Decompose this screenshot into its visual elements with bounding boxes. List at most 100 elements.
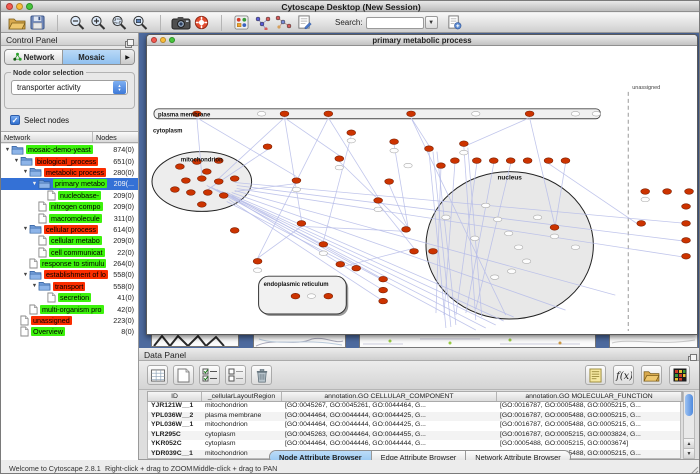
network-node[interactable] <box>181 178 190 184</box>
select-attributes-icon[interactable] <box>199 365 220 385</box>
scroll-down-button[interactable]: ▼ <box>684 448 694 458</box>
import-document-icon[interactable] <box>444 14 465 31</box>
zoom-in-icon[interactable] <box>88 14 109 31</box>
column-header-region[interactable]: _cellularLayoutRegion <box>202 392 282 401</box>
network-node[interactable] <box>171 187 180 193</box>
search-dropdown-button[interactable]: ▼ <box>425 16 438 29</box>
create-attribute-icon[interactable] <box>173 365 194 385</box>
network-node[interactable] <box>459 141 468 147</box>
vizmapper-icon[interactable] <box>231 14 252 31</box>
tree-row-metabolic-process[interactable]: ▼metabolic process280(0) <box>1 167 138 178</box>
network-node[interactable] <box>280 111 289 117</box>
network-node[interactable] <box>506 158 515 164</box>
network-node[interactable] <box>230 176 239 182</box>
tree-row-nitrogen-compo[interactable]: nitrogen compo209(0) <box>1 201 138 212</box>
expander-icon[interactable]: ▼ <box>22 169 29 175</box>
network-window-titlebar[interactable]: primary metabolic process <box>147 35 697 46</box>
network-node[interactable] <box>429 248 438 254</box>
help-icon[interactable] <box>191 14 212 31</box>
network-node[interactable] <box>379 287 388 293</box>
tree-row-secretion[interactable]: secretion41(0) <box>1 292 138 303</box>
expander-icon[interactable]: ▼ <box>31 283 38 289</box>
tree-row-cellular-metabo[interactable]: cellular metabo209(0) <box>1 235 138 246</box>
tree-row-biological-process[interactable]: ▼biological_process651(0) <box>1 155 138 166</box>
network-node[interactable] <box>489 158 498 164</box>
select-nodes-checkbox[interactable]: ✓ <box>10 115 20 125</box>
network-node[interactable] <box>253 258 262 264</box>
network-node[interactable] <box>197 202 206 208</box>
zoom-selected-icon[interactable] <box>109 14 130 31</box>
table-row[interactable]: YPL036W__2plasma membrane[GO:0044464, GO… <box>148 412 680 422</box>
zoom-out-icon[interactable] <box>67 14 88 31</box>
annotation-icon[interactable] <box>294 14 315 31</box>
matrix-view-icon[interactable] <box>669 365 690 385</box>
tab-overflow-arrow[interactable]: ▶ <box>121 50 134 64</box>
save-icon[interactable] <box>27 14 48 31</box>
network-node[interactable] <box>379 298 388 304</box>
table-row[interactable]: YPL036W__1mitochondrion[GO:0044464, GO:0… <box>148 421 680 431</box>
expander-icon[interactable]: ▼ <box>22 272 29 278</box>
network-node[interactable] <box>324 293 333 299</box>
tree-row-primary-metabo[interactable]: ▼primary metabo209(... <box>1 178 138 189</box>
network-node[interactable] <box>685 189 694 195</box>
network-node[interactable] <box>641 189 650 195</box>
resize-grip[interactable] <box>689 463 699 474</box>
tree-row-transport[interactable]: ▼transport558(0) <box>1 281 138 292</box>
network-node[interactable] <box>523 158 532 164</box>
attribute-report-icon[interactable] <box>585 365 606 385</box>
network-node[interactable] <box>263 144 272 150</box>
background-window-fragment[interactable] <box>151 333 239 347</box>
tree-row-nucleobase-[interactable]: nucleobase-209(0) <box>1 190 138 201</box>
network-canvas[interactable]: plasma membranecytoplasmmitochondrionnuc… <box>147 46 697 334</box>
search-input[interactable] <box>366 17 424 29</box>
network-node[interactable] <box>291 293 300 299</box>
column-header-molecular-function[interactable]: annotation.GO MOLECULAR_FUNCTION <box>497 392 682 401</box>
scrollbar-thumb[interactable] <box>685 394 693 416</box>
network-node[interactable] <box>319 242 328 248</box>
network-node[interactable] <box>407 111 416 117</box>
network-node[interactable] <box>525 111 534 117</box>
network-node[interactable] <box>402 227 411 233</box>
expander-icon[interactable]: ▼ <box>22 226 29 232</box>
network-node[interactable] <box>637 221 646 227</box>
tree-row-cellular-process[interactable]: ▼cellular process614(0) <box>1 224 138 235</box>
network-node[interactable] <box>682 253 691 259</box>
float-panel-icon[interactable] <box>125 35 134 44</box>
expander-icon[interactable]: ▼ <box>13 158 20 164</box>
network-node[interactable] <box>410 248 419 254</box>
network-node[interactable] <box>175 164 184 170</box>
network-node[interactable] <box>297 221 306 227</box>
network-node[interactable] <box>214 179 223 185</box>
network-node[interactable] <box>379 276 388 282</box>
network-node[interactable] <box>663 189 672 195</box>
column-header-cellular-component[interactable]: annotation.GO CELLULAR_COMPONENT <box>282 392 497 401</box>
float-panel-icon[interactable] <box>688 350 697 359</box>
tree-row-mosaic-demo-yeast[interactable]: ▼mosaic-demo-yeast874(0) <box>1 144 138 155</box>
network-node[interactable] <box>347 130 356 136</box>
network-node[interactable] <box>385 179 394 185</box>
network-node[interactable] <box>390 139 399 145</box>
background-window-fragment[interactable] <box>359 334 596 348</box>
network-node[interactable] <box>374 198 383 204</box>
network-node[interactable] <box>230 228 239 234</box>
network-node[interactable] <box>472 158 481 164</box>
scroll-up-button[interactable]: ▲ <box>684 438 694 448</box>
network-node[interactable] <box>203 190 212 196</box>
network-node[interactable] <box>324 111 333 117</box>
open-folder-icon[interactable] <box>6 14 27 31</box>
table-row[interactable]: YLR295Ccytoplasm[GO:0045263, GO:0044464,… <box>148 431 680 441</box>
network-node[interactable] <box>425 146 434 152</box>
zoom-fit-icon[interactable] <box>130 14 151 31</box>
background-window-fragment[interactable] <box>609 334 698 348</box>
network-node[interactable] <box>437 163 446 169</box>
tree-row-unassigned[interactable]: unassigned223(0) <box>1 315 138 326</box>
snapshot-icon[interactable] <box>170 14 191 31</box>
attribute-table-icon[interactable] <box>147 365 168 385</box>
tree-row-multi-organism-pro[interactable]: multi-organism pro42(0) <box>1 303 138 314</box>
network-node[interactable] <box>450 158 459 164</box>
network-node[interactable] <box>186 190 195 196</box>
network-node[interactable] <box>292 178 301 184</box>
network-node[interactable] <box>202 169 211 175</box>
unselect-attributes-icon[interactable] <box>225 365 246 385</box>
tree-row-establishment-of-lo[interactable]: ▼establishment of lo558(0) <box>1 269 138 280</box>
